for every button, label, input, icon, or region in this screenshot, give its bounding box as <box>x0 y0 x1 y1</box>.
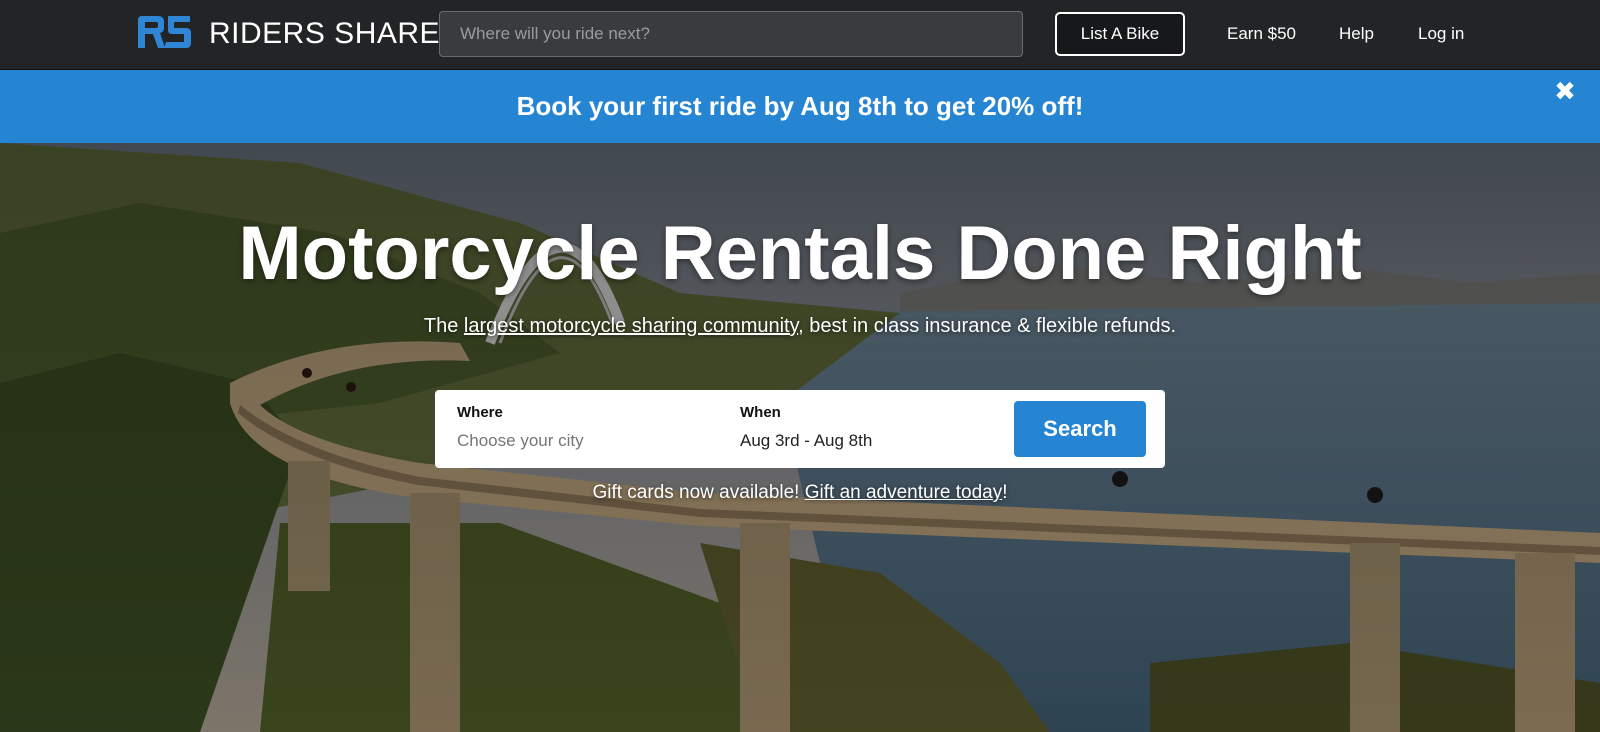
gift-prefix: Gift cards now available! <box>592 482 805 503</box>
search-button[interactable]: Search <box>1014 401 1146 457</box>
hero-section: Motorcycle Rentals Done Right The larges… <box>0 143 1600 732</box>
top-nav: RIDERS SHARE List A Bike Earn $50 Help L… <box>0 0 1600 70</box>
promo-text: Book your first ride by Aug 8th to get 2… <box>516 91 1084 121</box>
promo-banner: Book your first ride by Aug 8th to get 2… <box>0 70 1600 143</box>
gift-adventure-link[interactable]: Gift an adventure today <box>805 482 1003 503</box>
ride-search-input[interactable] <box>439 11 1023 57</box>
gift-card-notice: Gift cards now available! Gift an advent… <box>0 481 1600 505</box>
hero-subtitle-suffix: , best in class insurance & flexible ref… <box>798 315 1177 337</box>
city-input[interactable] <box>457 428 707 454</box>
hero-subtitle: The largest motorcycle sharing community… <box>0 313 1600 339</box>
hero-title: Motorcycle Rentals Done Right <box>238 211 1362 296</box>
gift-suffix: ! <box>1002 482 1008 503</box>
date-range-picker[interactable]: Aug 3rd - Aug 8th <box>740 431 872 451</box>
nav-help-link[interactable]: Help <box>1339 23 1374 45</box>
riders-share-logo-icon[interactable] <box>134 14 194 54</box>
list-a-bike-button[interactable]: List A Bike <box>1055 12 1185 56</box>
nav-earn-link[interactable]: Earn $50 <box>1227 23 1296 45</box>
when-label: When <box>740 404 781 421</box>
rental-search-form: Where When Aug 3rd - Aug 8th Search <box>435 390 1165 468</box>
hero-subtitle-prefix: The <box>423 315 464 337</box>
where-label: Where <box>457 404 503 421</box>
nav-login-link[interactable]: Log in <box>1418 23 1464 45</box>
close-icon[interactable]: ✖ <box>1552 78 1578 104</box>
community-link[interactable]: largest motorcycle sharing community <box>464 315 798 337</box>
brand-name[interactable]: RIDERS SHARE <box>209 16 440 52</box>
